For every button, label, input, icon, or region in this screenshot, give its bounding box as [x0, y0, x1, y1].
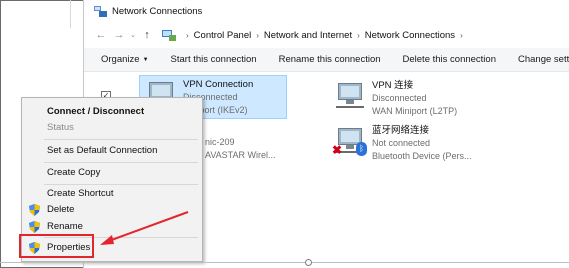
organize-button[interactable]: Organize ▼ [101, 54, 149, 65]
recent-dropdown-icon[interactable]: ⌄ [128, 26, 138, 44]
connection-device: Bluetooth Device (Pers... [372, 151, 472, 161]
breadcrumb-network-connections[interactable]: Network Connections [365, 30, 455, 41]
connection-name: 蓝牙网络连接 [372, 125, 430, 136]
disconnected-x-icon: ✖ [332, 143, 343, 157]
uac-shield-icon [29, 204, 40, 216]
annotation-highlight-box [19, 234, 94, 258]
title-bar: Network Connections [84, 0, 569, 22]
forward-arrow-icon[interactable]: → [110, 26, 128, 44]
network-adapter-icon [332, 79, 366, 113]
bottom-edge-line [0, 262, 569, 263]
breadcrumb-separator-icon[interactable]: › [357, 31, 360, 40]
delete-connection-button[interactable]: Delete this connection [403, 54, 496, 65]
breadcrumb-separator-icon[interactable]: › [460, 31, 463, 40]
back-arrow-icon[interactable]: ← [92, 26, 110, 44]
resize-handle-icon [305, 259, 312, 266]
connection-name: VPN 连接 [372, 80, 414, 91]
uac-shield-icon [29, 221, 40, 233]
menu-item-label: Delete [47, 203, 75, 215]
connection-device: AVASTAR Wirel... [205, 150, 276, 160]
control-panel-icon [162, 29, 176, 41]
connection-item-bluetooth[interactable]: ✖ ᛒ 蓝牙网络连接 Not connected Bluetooth Devic… [329, 122, 499, 166]
menu-divider [44, 139, 198, 140]
change-settings-button[interactable]: Change settings [518, 54, 569, 65]
organize-label: Organize [101, 54, 140, 65]
breadcrumb: › Control Panel › Network and Internet ›… [162, 29, 468, 41]
background-window-edge [70, 0, 71, 28]
connection-item-wifi[interactable]: nic-209 AVASTAR Wirel... [205, 136, 315, 166]
breadcrumb-control-panel[interactable]: Control Panel [194, 30, 252, 41]
window-title: Network Connections [112, 5, 203, 17]
network-connections-icon [94, 5, 107, 17]
menu-item-status[interactable]: Status [22, 118, 202, 136]
menu-item-set-default[interactable]: Set as Default Connection [22, 141, 202, 159]
address-bar: ← → ⌄ ↑ › Control Panel › Network and In… [84, 24, 569, 46]
chevron-down-icon: ▼ [142, 57, 149, 63]
connection-device: WAN Miniport (L2TP) [372, 106, 458, 116]
command-bar: Organize ▼ Start this connection Rename t… [84, 48, 569, 72]
start-connection-button[interactable]: Start this connection [171, 54, 257, 65]
menu-item-create-copy[interactable]: Create Copy [22, 163, 202, 181]
menu-item-label: Rename [47, 220, 83, 232]
connection-name: VPN Connection [183, 79, 254, 90]
connection-status: Disconnected [372, 93, 427, 103]
bluetooth-adapter-icon: ✖ ᛒ [332, 124, 367, 158]
connection-status: Not connected [372, 138, 431, 148]
rename-connection-button[interactable]: Rename this connection [279, 54, 381, 65]
breadcrumb-network-and-internet[interactable]: Network and Internet [264, 30, 352, 41]
up-arrow-icon[interactable]: ↑ [138, 26, 156, 44]
connection-item-vpn-cn[interactable]: VPN 连接 Disconnected WAN Miniport (L2TP) [329, 77, 489, 119]
connection-status: nic-209 [205, 137, 235, 147]
breadcrumb-separator-icon[interactable]: › [256, 31, 259, 40]
annotation-arrow-icon [100, 211, 189, 245]
breadcrumb-separator-icon[interactable]: › [186, 31, 189, 40]
bluetooth-icon: ᛒ [356, 142, 367, 156]
